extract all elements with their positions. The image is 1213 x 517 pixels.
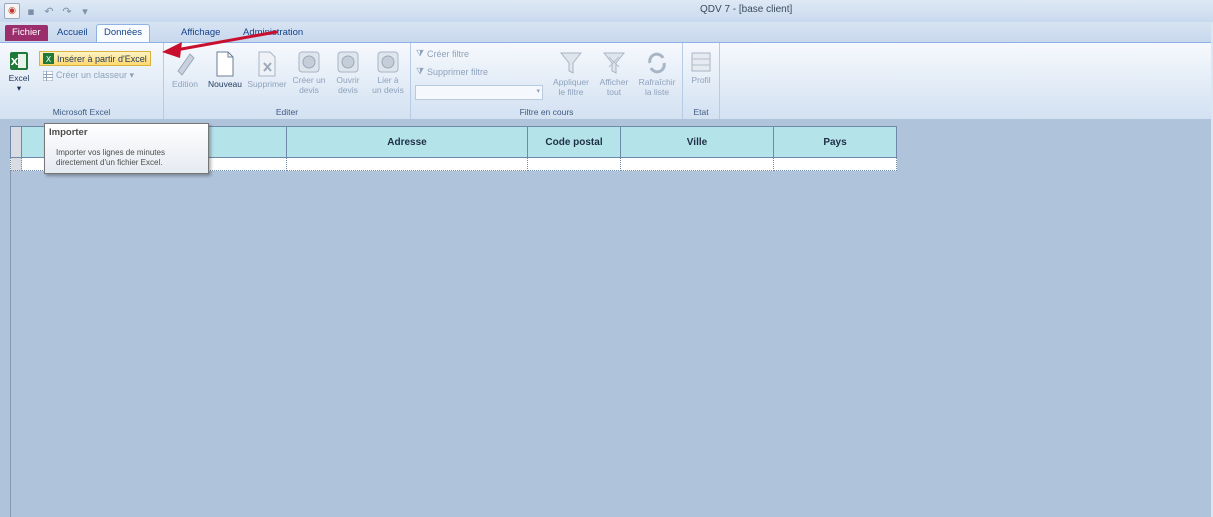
excel-label: Excel [8, 73, 30, 83]
group-editer: Edition Nouveau Supprimer Créer un devis [164, 43, 411, 119]
ouvrir-devis-label-1: Ouvrir [336, 75, 360, 85]
supprimer-filtre-button[interactable]: ⧩ Supprimer filtre [416, 66, 488, 77]
importer-tooltip: Importer Importer vos lignes de minutes … [44, 123, 209, 174]
remove-filter-icon: ⧩ [416, 66, 425, 76]
afficher-tout-button[interactable]: Afficher tout [595, 51, 633, 97]
creer-filtre-label: Créer filtre [427, 48, 470, 59]
tooltip-body-line-1: Importer vos lignes de minutes [56, 148, 165, 157]
chevron-down-icon: ▾ [536, 87, 540, 95]
save-icon[interactable]: ▪ [24, 4, 38, 18]
open-quote-icon [337, 51, 359, 73]
ribbon-tabs: Fichier Accueil Données Affichage Admini… [0, 22, 1213, 42]
refresh-icon [648, 52, 666, 74]
creer-devis-label-2: devis [299, 85, 319, 95]
appliquer-label-2: le filtre [558, 87, 584, 97]
lier-devis-label-1: Lier à [377, 75, 399, 85]
cell-code-postal[interactable] [527, 157, 621, 171]
nouveau-button[interactable]: Nouveau [204, 51, 246, 89]
create-quote-icon [298, 51, 320, 73]
excel-icon: X [10, 52, 28, 70]
appliquer-filtre-button[interactable]: Appliquer le filtre [550, 51, 592, 97]
redo-icon[interactable]: ↷ [60, 4, 74, 18]
row-selector-strip [10, 171, 11, 517]
supprimer-button[interactable]: Supprimer [244, 51, 290, 89]
window-title: QDV 7 - [base client] [700, 4, 793, 15]
edition-button[interactable]: Edition [167, 51, 203, 89]
ouvrir-devis-label-2: devis [338, 85, 358, 95]
create-workbook-button[interactable]: Créer un classeur ▾ [43, 70, 134, 81]
column-header-ville[interactable]: Ville [620, 126, 774, 158]
excel-button[interactable]: X Excel ▾ [6, 51, 32, 94]
tooltip-body: Importer vos lignes de minutes directeme… [56, 148, 206, 168]
customize-qat-icon[interactable]: ▾ [78, 4, 92, 18]
app-icon[interactable]: ◉ [4, 3, 20, 19]
tab-affichage[interactable]: Affichage [174, 25, 227, 41]
profil-button[interactable]: Profil [686, 51, 716, 85]
rafraichir-label-1: Rafraîchir [638, 77, 676, 87]
ribbon: X Excel ▾ X Insérer à partir d'Excel Cré… [0, 42, 1213, 120]
lier-devis-label-2: un devis [372, 85, 404, 95]
undo-icon[interactable]: ↶ [42, 4, 56, 18]
chevron-down-icon: ▾ [16, 83, 22, 93]
filter-select[interactable]: ▾ [415, 85, 543, 100]
creer-filtre-button[interactable]: ⧩ Créer filtre [416, 48, 469, 59]
tab-administration[interactable]: Administration [236, 25, 310, 41]
svg-text:X: X [46, 55, 52, 64]
creer-devis-label-1: Créer un [292, 75, 326, 85]
cell-pays[interactable] [773, 157, 897, 171]
afficher-label-2: tout [606, 87, 622, 97]
supprimer-filtre-label: Supprimer filtre [427, 66, 489, 77]
pencil-icon [177, 53, 195, 76]
filter-icon: ⧩ [416, 48, 425, 58]
supprimer-label: Supprimer [247, 79, 287, 89]
group-label-filtre: Filtre en cours [519, 107, 574, 117]
excel-insert-icon: X [43, 53, 54, 64]
new-document-icon [216, 51, 234, 77]
group-microsoft-excel: X Excel ▾ X Insérer à partir d'Excel Cré… [0, 43, 164, 119]
tab-accueil[interactable]: Accueil [50, 25, 95, 41]
tab-donnees[interactable]: Données [96, 24, 151, 42]
cell-adresse[interactable] [286, 157, 528, 171]
workbook-icon [43, 70, 53, 81]
workspace: Raison Sociale Adresse Code postal Ville… [0, 119, 1213, 517]
row-header[interactable] [10, 157, 22, 171]
insert-from-excel-label: Insérer à partir d'Excel [57, 53, 147, 64]
appliquer-label-1: Appliquer [553, 77, 589, 87]
apply-filter-icon [560, 52, 582, 74]
column-header-code-postal[interactable]: Code postal [527, 126, 621, 158]
nouveau-label: Nouveau [207, 79, 243, 89]
group-label-etat: Etat [693, 107, 709, 117]
creer-devis-button[interactable]: Créer un devis [290, 51, 328, 95]
group-etat: Profil Etat [683, 43, 720, 119]
group-filtre-en-cours: ⧩ Créer filtre ⧩ Supprimer filtre ▾ Appl… [411, 43, 683, 119]
rafraichir-label-2: la liste [644, 87, 670, 97]
svg-text:X: X [11, 57, 19, 68]
cell-ville[interactable] [620, 157, 774, 171]
profil-label: Profil [691, 75, 711, 85]
link-quote-icon [377, 51, 399, 73]
column-header-adresse[interactable]: Adresse [286, 126, 528, 158]
group-label-microsoft-excel: Microsoft Excel [52, 107, 111, 117]
quick-access-toolbar: ◉ ▪ ↶ ↷ ▾ [4, 3, 92, 19]
create-workbook-label: Créer un classeur ▾ [56, 70, 135, 80]
tooltip-title: Importer [49, 127, 88, 138]
title-bar: ◉ ▪ ↶ ↷ ▾ QDV 7 - [base client] [0, 0, 1213, 23]
rafraichir-button[interactable]: Rafraîchir la liste [635, 51, 679, 97]
row-header-corner [10, 126, 22, 158]
lier-devis-button[interactable]: Lier à un devis [368, 51, 408, 95]
ouvrir-devis-button[interactable]: Ouvrir devis [330, 51, 366, 95]
afficher-label-1: Afficher [599, 77, 629, 87]
column-header-pays[interactable]: Pays [773, 126, 897, 158]
profile-icon [691, 52, 711, 72]
delete-document-icon [258, 51, 276, 77]
show-all-icon [603, 52, 625, 74]
edition-label: Edition [172, 79, 198, 89]
tooltip-body-line-2: directement d'un fichier Excel. [56, 158, 163, 167]
insert-from-excel-button[interactable]: X Insérer à partir d'Excel [39, 51, 151, 66]
group-label-editer: Editer [275, 107, 299, 117]
tab-fichier[interactable]: Fichier [5, 25, 48, 41]
